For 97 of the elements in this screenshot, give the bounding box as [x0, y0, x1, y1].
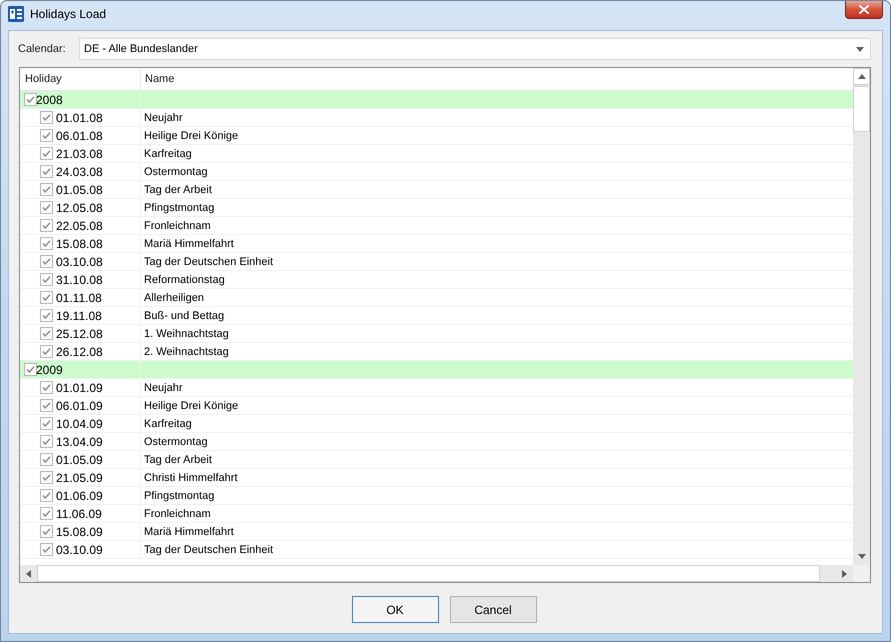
checkbox[interactable]	[24, 93, 37, 106]
checkbox[interactable]	[40, 327, 53, 340]
date-label: 21.03.08	[56, 146, 103, 160]
holiday-name: Heilige Drei Könige	[144, 128, 238, 142]
triangle-down-icon	[858, 554, 866, 559]
date-label: 31.10.08	[56, 272, 103, 286]
holiday-name: Tag der Deutschen Einheit	[144, 254, 274, 268]
holiday-name: Christi Himmelfahrt	[144, 470, 238, 484]
checkbox[interactable]	[40, 507, 53, 520]
date-label: 01.05.09	[56, 452, 103, 466]
date-label: 24.03.08	[56, 164, 103, 178]
checkbox[interactable]	[40, 165, 53, 178]
holiday-name: Karfreitag	[144, 416, 192, 430]
holiday-name: Neujahr	[144, 380, 183, 394]
holiday-name: Reformationstag	[144, 272, 225, 286]
holiday-name: Allerheiligen	[144, 290, 204, 304]
checkbox[interactable]	[40, 255, 53, 268]
checkbox[interactable]	[40, 201, 53, 214]
scrollbar-thumb[interactable]	[853, 86, 870, 132]
holiday-name: Ostermontag	[144, 434, 208, 448]
date-label: 11.06.09	[56, 506, 102, 520]
checkbox[interactable]	[24, 363, 37, 376]
close-button[interactable]	[845, 1, 883, 19]
year-label: 2009	[36, 362, 63, 376]
checkbox[interactable]	[40, 147, 53, 160]
holiday-name: Ostermontag	[144, 164, 208, 178]
date-label: 01.06.09	[56, 488, 103, 502]
date-label: 12.05.08	[56, 200, 103, 214]
close-icon	[859, 5, 869, 14]
checkbox[interactable]	[40, 129, 53, 142]
checkbox[interactable]	[40, 489, 53, 502]
holiday-name: Karfreitag	[144, 146, 192, 160]
date-label: 01.01.09	[56, 380, 103, 394]
checkbox[interactable]	[40, 309, 53, 322]
date-label: 03.10.09	[56, 542, 103, 556]
date-label: 15.08.09	[56, 524, 103, 538]
holiday-name: Neujahr	[144, 110, 183, 124]
holiday-name: Mariä Himmelfahrt	[144, 524, 234, 538]
holiday-name: 1. Weihnachtstag	[144, 326, 229, 340]
checkbox[interactable]	[40, 471, 53, 484]
date-label: 01.01.08	[56, 110, 103, 124]
group-row[interactable]: 2008	[20, 91, 853, 109]
calendar-dropdown[interactable]: DE - Alle Bundeslander	[79, 38, 871, 60]
holiday-name: Fronleichnam	[144, 506, 211, 520]
checkbox[interactable]	[40, 219, 53, 232]
checkbox[interactable]	[40, 453, 53, 466]
holiday-name: Tag der Arbeit	[144, 182, 212, 196]
triangle-up-icon	[858, 74, 866, 79]
year-label: 2008	[36, 92, 63, 106]
triangle-right-icon	[842, 570, 847, 578]
holiday-name: Heilige Drei Könige	[144, 398, 238, 412]
checkbox[interactable]	[40, 273, 53, 286]
scrollbar-corner	[853, 565, 870, 582]
holiday-name: Tag der Arbeit	[144, 452, 212, 466]
group-row[interactable]: 2009	[20, 361, 853, 379]
checkbox[interactable]	[40, 111, 53, 124]
checkbox[interactable]	[40, 399, 53, 412]
dialog-button[interactable]: OK	[352, 596, 438, 623]
checkbox[interactable]	[40, 417, 53, 430]
vertical-scrollbar[interactable]	[853, 68, 870, 565]
date-label: 06.01.08	[56, 128, 103, 142]
app-icon	[8, 6, 24, 22]
date-label: 01.05.08	[56, 182, 103, 196]
date-label: 13.04.09	[56, 434, 103, 448]
column-header[interactable]: Holiday	[20, 68, 141, 90]
dialog-button[interactable]: Cancel	[450, 596, 536, 623]
date-label: 26.12.08	[56, 344, 103, 358]
holiday-name: Fronleichnam	[144, 218, 211, 232]
checkbox[interactable]	[40, 525, 53, 538]
checkbox[interactable]	[40, 291, 53, 304]
date-label: 15.08.08	[56, 236, 103, 250]
checkbox[interactable]	[40, 543, 53, 556]
date-label: 22.05.08	[56, 218, 103, 232]
date-label: 19.11.08	[56, 308, 102, 322]
holiday-name: Pfingstmontag	[144, 488, 214, 502]
caret-icon	[856, 46, 864, 52]
date-label: 01.11.08	[56, 290, 102, 304]
date-label: 25.12.08	[56, 326, 103, 340]
date-label: 10.04.09	[56, 416, 103, 430]
checkbox[interactable]	[40, 435, 53, 448]
checkbox[interactable]	[40, 381, 53, 394]
checkbox[interactable]	[40, 345, 53, 358]
window-title: Holidays Load	[30, 7, 106, 21]
date-label: 21.05.09	[56, 470, 103, 484]
holiday-name: Buß- und Bettag	[144, 308, 224, 322]
holiday-name: 2. Weihnachtstag	[144, 344, 229, 358]
scroll-up-button[interactable]	[853, 68, 870, 85]
holiday-name: Pfingstmontag	[144, 200, 214, 214]
checkbox[interactable]	[40, 237, 53, 250]
calendar-label: Calendar:	[18, 42, 67, 57]
date-label: 06.01.09	[56, 398, 103, 412]
checkbox[interactable]	[40, 183, 53, 196]
date-label: 03.10.08	[56, 254, 103, 268]
holiday-name: Mariä Himmelfahrt	[144, 236, 234, 250]
column-header[interactable]: Name	[141, 68, 853, 90]
triangle-left-icon	[26, 570, 31, 578]
holiday-name: Tag der Deutschen Einheit	[144, 542, 274, 556]
